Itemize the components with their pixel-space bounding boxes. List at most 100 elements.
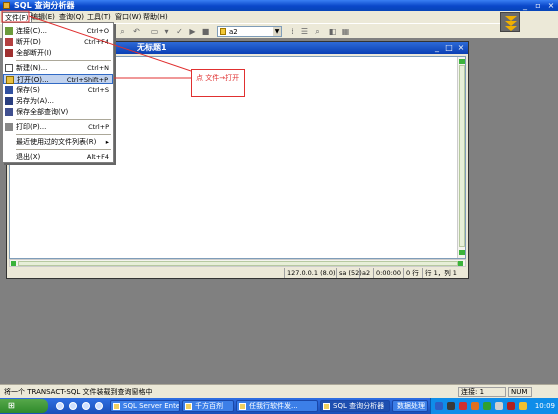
maximize-icon[interactable]: □ [444, 43, 454, 53]
app-icon [323, 403, 330, 410]
menu-item-open[interactable]: 打开(O)... Ctrl+Shift+P [3, 74, 113, 84]
disconnect-icon [5, 38, 13, 46]
results-mode-icon[interactable]: ▭ [150, 27, 159, 36]
app-icon [113, 403, 120, 410]
connection-count: 连接: 1 [458, 387, 506, 397]
quicklaunch-desktop-icon[interactable] [82, 402, 90, 410]
scroll-left-icon[interactable] [11, 261, 16, 266]
annotation-callout: 点 文件→打开 [191, 69, 245, 97]
task-sql-enterprise[interactable]: SQL Server Ente... [110, 400, 180, 412]
quicklaunch-explorer-icon[interactable] [95, 402, 103, 410]
cursor-position: 行 1，列 1 [422, 268, 457, 278]
connect-icon [5, 27, 13, 35]
window-title: SQL 查询分析器 [14, 1, 75, 10]
disconnect-all-icon [5, 49, 13, 57]
menu-item-save[interactable]: 保存(S) Ctrl+S [3, 85, 113, 95]
task-qianfang[interactable]: 千方百剂 [182, 400, 234, 412]
object-search-icon[interactable]: ⌕ [313, 27, 322, 36]
grid-icon[interactable]: ▦ [341, 27, 350, 36]
undo-icon[interactable]: ↶ [132, 27, 141, 36]
close-icon[interactable]: × [456, 43, 466, 53]
update-icon[interactable] [507, 402, 515, 410]
query-window-title: 无标题1 [137, 43, 167, 52]
elapsed-time: 0:00:00 [373, 268, 401, 278]
database-select[interactable]: a2 ▼ [217, 26, 282, 37]
new-icon [5, 64, 13, 72]
menu-separator [16, 119, 111, 120]
menu-separator [16, 149, 111, 150]
menu-item-save-as[interactable]: 另存为(A)... [3, 96, 113, 106]
start-button[interactable]: ⊞ [0, 399, 48, 413]
open-folder-icon [6, 76, 14, 84]
quicklaunch-browser-icon[interactable] [56, 402, 64, 410]
system-tray: 10:09 [430, 398, 558, 414]
menu-window[interactable]: 窗口(W) [115, 13, 141, 21]
chevron-down-icon[interactable]: ▾ [162, 27, 171, 36]
minimize-icon[interactable]: _ [520, 1, 530, 10]
print-icon [5, 123, 13, 131]
menu-item-recent-files[interactable]: 最近使用过的文件列表(R) ▸ [3, 137, 113, 147]
stop-icon[interactable]: ■ [201, 27, 210, 36]
menu-edit[interactable]: 编辑(E) [31, 13, 55, 21]
speaker-icon[interactable] [447, 402, 455, 410]
sql-server-icon[interactable] [495, 402, 503, 410]
query-status-bar: 127.0.0.1 (8.0) sa (52) a2 0:00:00 0 行 行… [7, 268, 468, 278]
menu-item-new[interactable]: 新建(N)... Ctrl+N [3, 63, 113, 73]
antivirus-icon[interactable] [459, 402, 467, 410]
estimated-plan-icon[interactable]: ⁞ [288, 27, 297, 36]
save-icon [5, 86, 13, 94]
menu-item-connect[interactable]: 连接(C)... Ctrl+O [3, 26, 113, 36]
save-as-icon [5, 97, 13, 105]
current-connection-icon[interactable]: ◧ [328, 27, 337, 36]
server-status: 127.0.0.1 (8.0) [284, 268, 336, 278]
tray-toolbar-label[interactable]: 数据处理 [392, 400, 428, 412]
task-renwoxing[interactable]: 任我行软件发... [236, 400, 318, 412]
app-icon [185, 403, 192, 410]
menu-query[interactable]: 查询(Q) [59, 13, 84, 21]
row-count: 0 行 [403, 268, 419, 278]
app-icon [3, 2, 10, 9]
taskbar: ⊞ SQL Server Ente... 千方百剂 任我行软件发... SQL … [0, 398, 558, 414]
scroll-thumb[interactable] [18, 261, 458, 266]
quicklaunch-media-icon[interactable] [69, 402, 77, 410]
keyboard-icon[interactable] [435, 402, 443, 410]
file-menu: 连接(C)... Ctrl+O 断开(D) Ctrl+F4 全部断开(I) 新建… [2, 22, 114, 163]
window-title-bar[interactable]: SQL 查询分析器 _ ▫ × [0, 0, 558, 11]
scroll-right-icon[interactable] [458, 261, 463, 266]
network-icon[interactable] [483, 402, 491, 410]
restore-icon[interactable]: ▫ [533, 1, 543, 10]
menu-item-disconnect-all[interactable]: 全部断开(I) [3, 48, 113, 58]
menu-item-save-all[interactable]: 保存全部查询(V) [3, 107, 113, 117]
num-lock-indicator: NUM [508, 387, 532, 397]
object-browser-icon[interactable]: ☰ [300, 27, 309, 36]
menu-item-exit[interactable]: 退出(X) Alt+F4 [3, 152, 113, 162]
find-icon[interactable]: ⌕ [118, 27, 127, 36]
menu-item-disconnect[interactable]: 断开(D) Ctrl+F4 [3, 37, 113, 47]
clock[interactable]: 10:09 [535, 401, 555, 411]
menu-file[interactable]: 文件(F) [2, 12, 32, 22]
app-icon [239, 403, 246, 410]
menu-help[interactable]: 帮助(H) [143, 13, 168, 21]
messenger-icon[interactable] [471, 402, 479, 410]
execute-icon[interactable]: ▶ [188, 27, 197, 36]
menu-separator [16, 60, 111, 61]
menu-separator [16, 134, 111, 135]
database-value: a2 [229, 28, 238, 36]
vertical-scrollbar[interactable] [457, 57, 465, 258]
scroll-down-icon[interactable] [459, 250, 465, 255]
status-message: 将一个 TRANSACT-SQL 文件装载到查询窗格中 [4, 388, 153, 396]
menu-item-print[interactable]: 打印(P)... Ctrl+P [3, 122, 113, 132]
task-sql-query-analyzer[interactable]: SQL 查询分析器 [320, 400, 390, 412]
chevron-down-icon[interactable]: ▼ [273, 27, 281, 36]
login-status: sa (52) [336, 268, 362, 278]
minimize-icon[interactable]: _ [432, 43, 442, 53]
horizontal-scrollbar[interactable] [9, 259, 466, 267]
database-status: a2 [359, 268, 370, 278]
menu-tools[interactable]: 工具(T) [87, 13, 111, 21]
shield-icon[interactable] [519, 402, 527, 410]
scroll-thumb[interactable] [459, 65, 465, 247]
check-icon[interactable]: ✓ [175, 27, 184, 36]
scroll-up-icon[interactable] [459, 59, 465, 64]
close-icon[interactable]: × [546, 1, 556, 10]
save-all-icon [5, 108, 13, 116]
